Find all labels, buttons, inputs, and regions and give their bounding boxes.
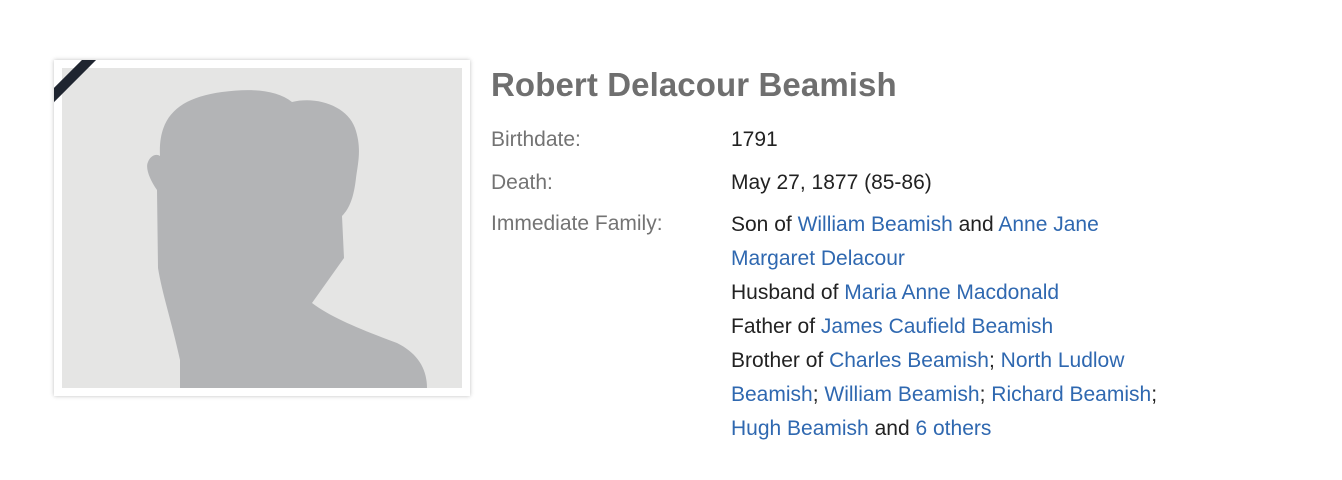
profile-card: Robert Delacour Beamish Birthdate: 1791 … xyxy=(0,0,1342,480)
others-link[interactable]: 6 others xyxy=(915,417,991,440)
separator: ; xyxy=(812,383,819,406)
mother-link-part-1[interactable]: Anne Jane xyxy=(998,213,1098,236)
and-text: and xyxy=(874,417,910,440)
birthdate-value: 1791 xyxy=(731,128,778,151)
family-line-parents-1: Son of William Beamish and Anne Jane xyxy=(731,208,1251,242)
family-line-parents-2: Margaret Delacour xyxy=(731,242,1251,276)
father-link[interactable]: William Beamish xyxy=(798,213,953,236)
person-silhouette-icon xyxy=(147,90,427,388)
separator: ; xyxy=(1151,383,1158,406)
family-line-spouse: Husband of Maria Anne Macdonald xyxy=(731,276,1251,310)
brother-of-text: Brother of xyxy=(731,349,824,372)
family-line-children: Father of James Caufield Beamish xyxy=(731,310,1251,344)
spouse-link[interactable]: Maria Anne Macdonald xyxy=(844,281,1059,304)
family-line-siblings-1: Brother of Charles Beamish; North Ludlow xyxy=(731,344,1251,378)
immediate-family-label: Immediate Family: xyxy=(491,212,663,235)
separator: ; xyxy=(979,383,986,406)
family-line-siblings-2: Beamish; William Beamish; Richard Beamis… xyxy=(731,378,1251,412)
sibling-link-richard[interactable]: Richard Beamish xyxy=(991,383,1151,406)
sibling-link-charles[interactable]: Charles Beamish xyxy=(829,349,989,372)
father-of-text: Father of xyxy=(731,315,816,338)
husband-of-text: Husband of xyxy=(731,281,839,304)
separator: ; xyxy=(988,349,995,372)
sibling-link-north-ludlow-part-1[interactable]: North Ludlow xyxy=(1001,349,1125,372)
son-of-text: Son of xyxy=(731,213,792,236)
profile-photo[interactable] xyxy=(54,60,470,396)
immediate-family-list: Son of William Beamish and Anne Jane Mar… xyxy=(731,208,1251,446)
sibling-link-north-ludlow-part-2[interactable]: Beamish xyxy=(731,383,813,406)
photo-placeholder xyxy=(62,68,462,388)
and-text: and xyxy=(958,213,994,236)
birthdate-label: Birthdate: xyxy=(491,128,581,151)
profile-name: Robert Delacour Beamish xyxy=(491,66,897,103)
family-line-siblings-3: Hugh Beamish and 6 others xyxy=(731,412,1251,446)
death-label: Death: xyxy=(491,171,553,194)
mother-link-part-2[interactable]: Margaret Delacour xyxy=(731,247,905,270)
death-value: May 27, 1877 (85-86) xyxy=(731,171,932,194)
child-link[interactable]: James Caufield Beamish xyxy=(821,315,1053,338)
sibling-link-hugh[interactable]: Hugh Beamish xyxy=(731,417,869,440)
sibling-link-william[interactable]: William Beamish xyxy=(824,383,979,406)
